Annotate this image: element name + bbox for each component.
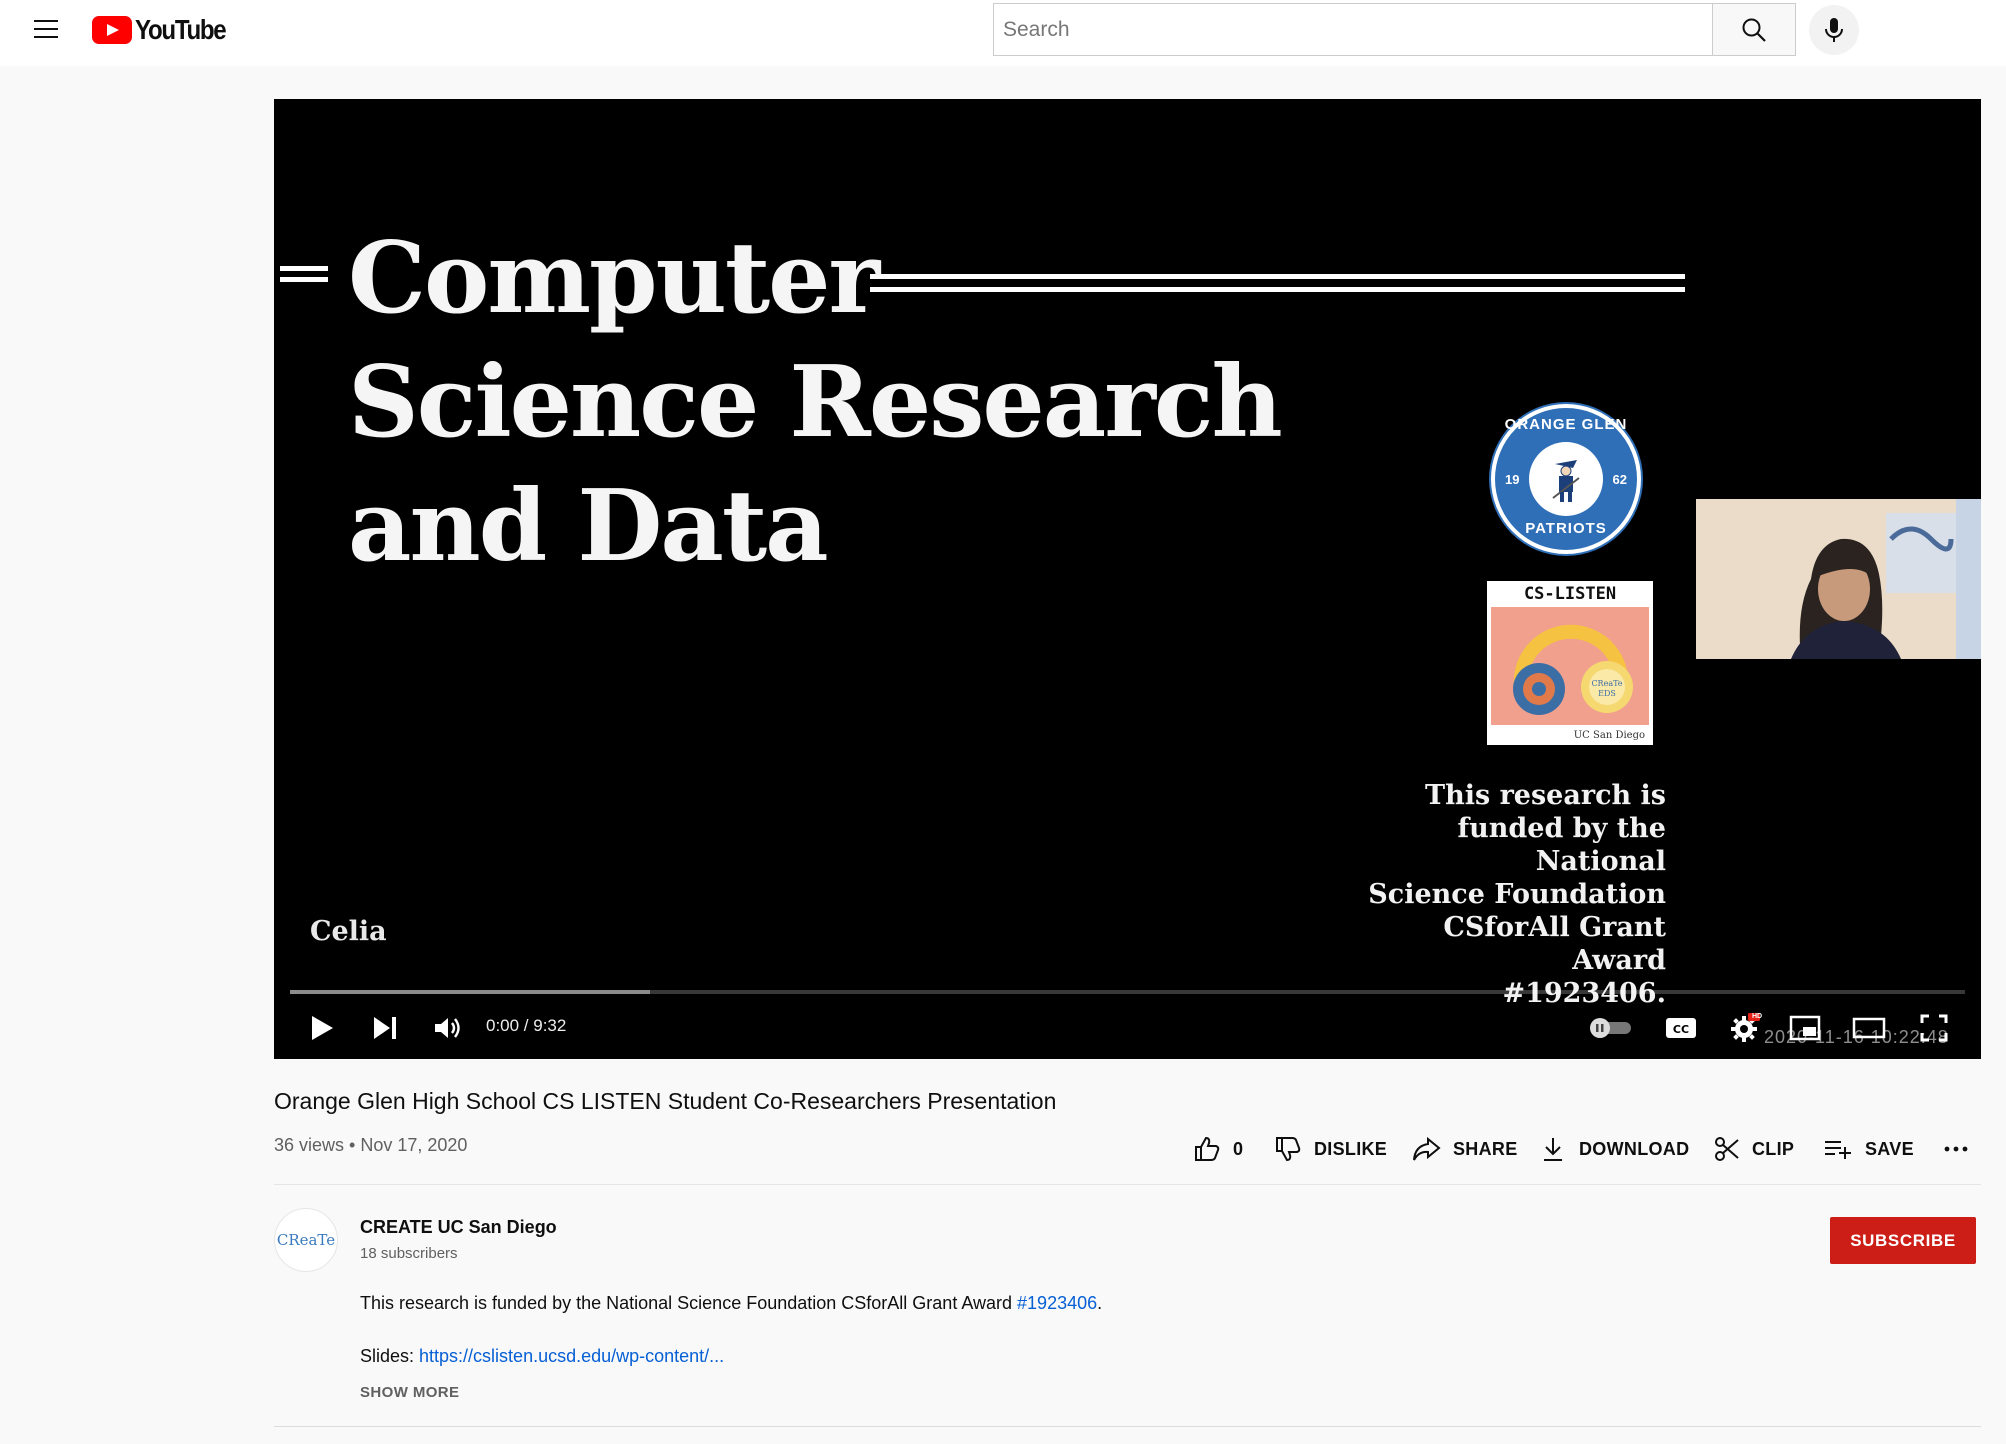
more-icon [1944, 1146, 1968, 1152]
save-label: SAVE [1865, 1138, 1914, 1159]
dislike-label: DISLIKE [1314, 1138, 1388, 1159]
slide-title-line: and Data [348, 469, 829, 584]
autoplay-toggle[interactable] [1584, 1003, 1636, 1053]
play-icon [312, 1016, 333, 1040]
scissors-icon [1715, 1137, 1739, 1161]
cs-listen-logo-card: CS-LISTEN CReaTe EDS UC San Diego [1487, 581, 1653, 745]
view-count-date: 36 views • Nov 17, 2020 [274, 1135, 468, 1155]
youtube-play-icon [92, 16, 132, 44]
settings-button[interactable]: HD [1721, 1003, 1769, 1053]
slides-link[interactable]: https://cslisten.ucsd.edu/wp-content/... [419, 1346, 724, 1366]
funding-line: funded by the National [1457, 813, 1666, 877]
subscriber-count: 18 subscribers [360, 1245, 458, 1262]
cs-card-badge: CReaTe EDS [1591, 679, 1623, 698]
slide-decoration [280, 266, 328, 282]
play-button[interactable] [300, 1003, 344, 1053]
youtube-logo[interactable]: YouTube [92, 14, 240, 46]
slides-label: Slides: [360, 1346, 420, 1366]
next-button[interactable] [363, 1003, 407, 1053]
time-display: 0:00 / 9:32 [486, 1016, 567, 1035]
seal-text-bottom: PATRIOTS [1525, 520, 1607, 537]
slide-title-line: Science Research [348, 345, 1283, 460]
divider [274, 1426, 1981, 1427]
progress-buffered [290, 990, 651, 994]
channel-name[interactable]: CREATE UC San Diego [360, 1217, 557, 1238]
more-actions-button[interactable] [1941, 1128, 1971, 1170]
description-text: This research is funded by the National … [360, 1293, 1102, 1314]
search-input[interactable] [993, 3, 1712, 56]
share-button[interactable]: SHARE [1411, 1128, 1518, 1170]
school-seal-logo: ORANGE GLEN 19 62 PATRIOTS [1491, 404, 1641, 554]
thumbs-down-icon [1276, 1137, 1301, 1162]
seal-year-left: 19 [1505, 472, 1520, 487]
divider [274, 1184, 1981, 1185]
description-end: . [1097, 1293, 1103, 1313]
like-button[interactable]: 0 [1193, 1128, 1243, 1170]
funding-line: Science Foundation [1368, 879, 1666, 910]
channel-avatar[interactable]: CReaTe [274, 1208, 338, 1272]
funding-line: This research is [1424, 780, 1666, 811]
search-icon [1742, 18, 1766, 42]
seal-text-top: ORANGE GLEN [1504, 416, 1628, 433]
description-body: This research is funded by the National … [360, 1293, 1018, 1313]
next-icon [374, 1017, 396, 1039]
volume-icon [435, 1018, 460, 1038]
add-to-playlist-icon [1825, 1141, 1851, 1159]
hd-badge: HD [1752, 1013, 1763, 1020]
like-count: 0 [1233, 1138, 1244, 1159]
captions-button[interactable]: CC [1657, 1003, 1705, 1053]
webcam-overlay [1696, 499, 1981, 659]
funding-line: CSforAll Grant Award [1443, 912, 1666, 976]
mic-icon [1825, 18, 1843, 42]
menu-icon[interactable] [30, 14, 62, 46]
patriot-mascot-icon [1552, 460, 1580, 502]
cs-card-footer: UC San Diego [1487, 727, 1653, 743]
seal-year-right: 62 [1612, 472, 1627, 487]
slide-title-line: Computer [348, 221, 880, 336]
share-icon [1413, 1136, 1441, 1161]
channel-avatar-text: CReaTe [276, 1231, 336, 1249]
download-icon [1544, 1138, 1562, 1161]
share-label: SHARE [1453, 1138, 1518, 1159]
download-button[interactable]: DOWNLOAD [1541, 1128, 1689, 1170]
search-bar [993, 3, 1796, 56]
video-player[interactable]: Computer Science Research and Data Celia… [274, 99, 1981, 1059]
slide-title: Computer Science Research and Data [348, 217, 1283, 589]
save-button[interactable]: SAVE [1823, 1128, 1914, 1170]
slides-line: Slides: https://cslisten.ucsd.edu/wp-con… [360, 1346, 724, 1367]
cs-listen-art: CReaTe EDS [1491, 607, 1649, 725]
autoplay-toggle-icon [1590, 1018, 1631, 1038]
subscribe-button[interactable]: SUBSCRIBE [1830, 1217, 1976, 1264]
clip-label: CLIP [1752, 1138, 1795, 1159]
download-label: DOWNLOAD [1579, 1138, 1690, 1159]
thumbs-up-icon [1195, 1136, 1220, 1161]
ucsd-label: UC San Diego [1573, 729, 1645, 741]
dislike-button[interactable]: DISLIKE [1274, 1128, 1387, 1170]
progress-bar[interactable] [290, 990, 1965, 994]
clip-button[interactable]: CLIP [1714, 1128, 1794, 1170]
video-title: Orange Glen High School CS LISTEN Studen… [274, 1088, 1057, 1114]
search-button[interactable] [1712, 3, 1796, 56]
captions-icon: CC [1666, 1018, 1696, 1038]
presenter-name: Celia [310, 916, 387, 947]
logo-text: YouTube [135, 14, 227, 45]
funding-note: This research is funded by the National … [1346, 779, 1666, 1010]
show-more-button[interactable]: SHOW MORE [360, 1384, 459, 1401]
presenter-video-image [1696, 499, 1981, 659]
volume-button[interactable] [425, 1003, 469, 1053]
svg-text:CC: CC [1673, 1023, 1689, 1036]
cs-card-title: CS-LISTEN [1523, 584, 1617, 604]
top-bar: YouTube [0, 0, 2006, 66]
headphones-icon [1513, 624, 1633, 715]
recording-timestamp: 2020-11-16 10:22:48 [1764, 1027, 1949, 1047]
hashtag-link[interactable]: #1923406 [1017, 1293, 1097, 1313]
voice-search-button[interactable] [1809, 5, 1859, 55]
